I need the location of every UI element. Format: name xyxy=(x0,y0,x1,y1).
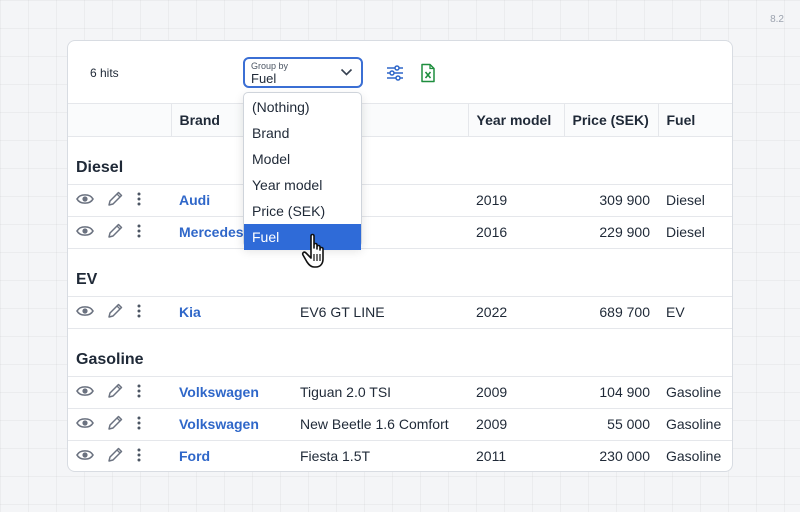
price-cell: 689 700 xyxy=(564,296,658,329)
row-actions xyxy=(68,184,171,217)
brand-link[interactable]: Ford xyxy=(179,448,210,464)
year-cell: 2011 xyxy=(476,448,507,465)
brand-link[interactable]: Mercedes xyxy=(179,224,244,240)
brand-link[interactable]: Volkswagen xyxy=(179,416,259,432)
more-vertical-icon[interactable] xyxy=(136,191,142,210)
fuel-cell: EV xyxy=(658,296,732,329)
year-cell: 2016 xyxy=(468,216,564,249)
table-row: Mercedes 2016 229 900 Diesel xyxy=(68,216,732,249)
row-actions xyxy=(68,408,171,441)
brand-link[interactable]: Audi xyxy=(179,192,210,208)
hand-pointer-cursor-icon xyxy=(301,233,324,268)
pencil-icon[interactable] xyxy=(106,382,124,403)
fuel-cell: Gasoline xyxy=(658,408,732,441)
more-vertical-icon[interactable] xyxy=(136,415,142,434)
group-title: Diesel xyxy=(68,136,732,185)
brand-link[interactable]: Volkswagen xyxy=(179,384,259,400)
eye-icon[interactable] xyxy=(76,192,94,209)
group-by-dropdown: (Nothing) Brand Model Year model Price (SEK)… xyxy=(243,92,362,250)
more-vertical-icon[interactable] xyxy=(136,223,142,242)
pencil-icon[interactable] xyxy=(106,190,124,211)
model-cell: EV6 GT LINE xyxy=(292,296,468,329)
table-header-row: Brand Model Year model Price (SEK) Fuel xyxy=(68,104,732,137)
sliders-icon[interactable] xyxy=(386,63,404,83)
fuel-cell: Diesel xyxy=(658,184,732,217)
group-title: Gasoline xyxy=(68,328,732,377)
pencil-icon[interactable] xyxy=(106,302,124,323)
group-title: EV xyxy=(68,248,732,297)
table-row: Ford Fiesta 1.5T 2011 230 000 Gasoline xyxy=(68,440,732,471)
col-price-header[interactable]: Price (SEK) xyxy=(564,104,659,137)
dropdown-option[interactable]: (Nothing) xyxy=(244,94,361,120)
price-cell: 230 000 xyxy=(599,448,650,465)
row-actions xyxy=(68,216,171,249)
table-row: Volkswagen Tiguan 2.0 TSI 2009 104 900 Gasol… xyxy=(68,376,732,409)
fuel-cell: Gasoline xyxy=(666,448,722,465)
brand-cell: Volkswagen xyxy=(171,376,292,409)
year-cell: 2022 xyxy=(468,296,564,329)
eye-icon[interactable] xyxy=(76,384,94,401)
brand-cell: Ford xyxy=(171,440,292,471)
more-vertical-icon[interactable] xyxy=(136,447,142,466)
col-fuel-header[interactable]: Fuel xyxy=(658,104,732,137)
table-row: Volkswagen New Beetle 1.6 Comfort 2009 55 0… xyxy=(68,408,732,441)
price-cell: 309 900 xyxy=(564,184,658,217)
price-cell: 229 900 xyxy=(564,216,658,249)
more-vertical-icon[interactable] xyxy=(136,383,142,402)
group-by-value: Fuel xyxy=(251,71,277,86)
eye-icon[interactable] xyxy=(76,448,94,465)
hit-count: 6 hits xyxy=(90,66,119,80)
brand-cell: Kia xyxy=(171,296,292,329)
toolbar: 6 hits Group by Fuel xyxy=(68,41,732,104)
dropdown-option[interactable]: Brand xyxy=(244,120,361,146)
pencil-icon[interactable] xyxy=(106,222,124,243)
model-cell: New Beetle 1.6 Comfort xyxy=(292,408,468,441)
dropdown-option[interactable]: Model xyxy=(244,146,361,172)
version-label: 8.2 xyxy=(770,14,784,25)
fuel-cell: Gasoline xyxy=(658,376,732,409)
excel-icon[interactable] xyxy=(419,63,437,83)
price-cell: 104 900 xyxy=(564,376,658,409)
year-cell: 2019 xyxy=(468,184,564,217)
brand-link[interactable]: Kia xyxy=(179,304,201,320)
price-cell: 55 000 xyxy=(564,408,658,441)
row-actions xyxy=(68,440,171,471)
pencil-icon[interactable] xyxy=(106,446,124,467)
pencil-icon[interactable] xyxy=(106,414,124,435)
eye-icon[interactable] xyxy=(76,224,94,241)
chevron-down-icon xyxy=(340,68,353,76)
group-row: EV xyxy=(68,248,732,297)
table-row: Audi 2019 309 900 Diesel xyxy=(68,184,732,217)
row-actions xyxy=(68,376,171,409)
row-actions xyxy=(68,296,171,329)
more-vertical-icon[interactable] xyxy=(136,303,142,322)
model-cell: Tiguan 2.0 TSI xyxy=(292,376,468,409)
brand-cell: Volkswagen xyxy=(171,408,292,441)
year-cell: 2009 xyxy=(468,408,564,441)
year-cell: 2009 xyxy=(468,376,564,409)
fuel-cell: Diesel xyxy=(658,216,732,249)
dropdown-option[interactable]: Price (SEK) xyxy=(244,198,361,224)
group-row: Diesel xyxy=(68,136,732,185)
col-actions-header xyxy=(68,104,172,137)
dropdown-option[interactable]: Year model xyxy=(244,172,361,198)
group-by-select[interactable]: Group by Fuel xyxy=(243,57,363,88)
table-row: Kia EV6 GT LINE 2022 689 700 EV xyxy=(68,296,732,329)
model-cell: Fiesta 1.5T xyxy=(300,448,371,465)
group-by-label: Group by xyxy=(251,61,289,71)
eye-icon[interactable] xyxy=(76,416,94,433)
results-table: Brand Model Year model Price (SEK) Fuel … xyxy=(68,104,732,471)
group-row: Gasoline xyxy=(68,328,732,377)
col-year-header[interactable]: Year model xyxy=(468,104,565,137)
results-card: 6 hits Group by Fuel Brand Year model Pr… xyxy=(67,40,733,472)
eye-icon[interactable] xyxy=(76,304,94,321)
